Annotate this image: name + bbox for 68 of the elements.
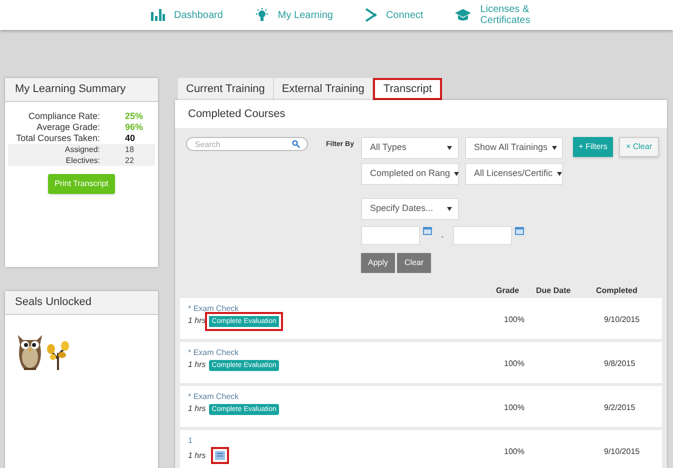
stat-value: 25% xyxy=(125,110,144,123)
graduation-cap-icon xyxy=(455,8,472,22)
nav-link[interactable]: My Learning xyxy=(254,8,333,22)
nav-link[interactable]: Licenses & Certificates xyxy=(455,4,540,26)
dropdown[interactable]: Specify Dates... xyxy=(361,198,459,220)
sprout-icon xyxy=(46,341,70,371)
grade-cell-text: 100% xyxy=(504,314,526,326)
dropdown[interactable]: Show All Trainings xyxy=(465,137,563,159)
completed-date-cell: 9/10/2015 xyxy=(604,446,640,458)
course-hours: 1 hrs xyxy=(188,403,206,415)
tab[interactable]: Current Training xyxy=(178,78,273,100)
column-header: Grade xyxy=(496,285,520,297)
course-link[interactable]: * Exam Check xyxy=(188,392,239,401)
card-title: My Learning Summary xyxy=(5,78,158,102)
caret-icon xyxy=(447,146,452,150)
apply-button[interactable]: Apply xyxy=(361,253,395,273)
end-date-field[interactable] xyxy=(452,226,512,245)
column-header: Due Date xyxy=(536,285,572,297)
grade-cell-text: 100% xyxy=(504,402,526,414)
date-separator: - xyxy=(441,231,444,243)
nav-link[interactable]: Dashboard xyxy=(151,9,223,21)
grade-cell-text: 100% xyxy=(504,358,526,370)
add-filters-button[interactable]: + Filters xyxy=(573,137,613,157)
stat-value: 18 xyxy=(125,144,134,156)
bar-chart-icon xyxy=(151,9,165,21)
course-link[interactable]: * Exam Check xyxy=(188,348,239,357)
completed-date-cell: 9/2/2015 xyxy=(604,402,636,414)
course-link[interactable]: * Exam Check xyxy=(188,304,239,313)
stat-label: Compliance Rate: xyxy=(27,110,100,123)
stat-value: 22 xyxy=(125,154,134,166)
calendar-icon[interactable] xyxy=(423,226,432,235)
caret-icon xyxy=(552,146,557,150)
stat-label: Average Grade: xyxy=(36,121,100,134)
grade-cell-text: 100% xyxy=(504,446,526,458)
course-hours: 1 hrs xyxy=(188,450,206,462)
calendar-icon[interactable] xyxy=(514,226,524,235)
card-title: Seals Unlocked xyxy=(5,291,158,315)
clear-button[interactable]: Clear xyxy=(397,253,431,273)
nav-link[interactable]: Connect xyxy=(364,8,424,22)
stat-value: 96% xyxy=(125,120,144,134)
dropdown[interactable]: Completed on Rang xyxy=(361,163,459,185)
caret-icon xyxy=(447,207,452,211)
start-date-field[interactable] xyxy=(361,226,420,245)
stat-label: Total Courses Taken: xyxy=(15,132,100,145)
print-transcript-button[interactable]: Print Transcript xyxy=(48,174,115,194)
search-field[interactable]: Search xyxy=(186,137,308,151)
caret-icon xyxy=(556,172,562,176)
completed-date-cell: 9/8/2015 xyxy=(604,358,636,370)
lightbulb-icon xyxy=(254,8,269,22)
certificate-button[interactable] xyxy=(210,447,229,464)
dropdown[interactable]: All Licenses/Certific xyxy=(465,163,563,185)
stat-value: 40 xyxy=(125,132,136,145)
completed-date-cell: 9/10/2015 xyxy=(604,314,640,326)
stat-label: Assigned: xyxy=(64,144,100,156)
chevron-connect-icon xyxy=(364,8,377,22)
tab[interactable]: Transcript xyxy=(373,78,442,100)
stat-label: Electives: xyxy=(64,154,100,166)
dropdown[interactable]: All Types xyxy=(361,137,459,159)
section-title: Completed Courses xyxy=(188,106,286,122)
document-icon xyxy=(214,451,225,460)
search-icon xyxy=(292,140,300,148)
course-hours: 1 hrs xyxy=(188,315,206,327)
course-link[interactable]: 1 xyxy=(188,436,192,445)
caret-icon xyxy=(454,172,460,176)
clear-filters-button[interactable]: × Clear xyxy=(619,137,659,157)
column-header: Completed xyxy=(596,285,638,297)
tab[interactable]: External Training xyxy=(274,78,372,100)
course-hours: 1 hrs xyxy=(188,359,206,371)
